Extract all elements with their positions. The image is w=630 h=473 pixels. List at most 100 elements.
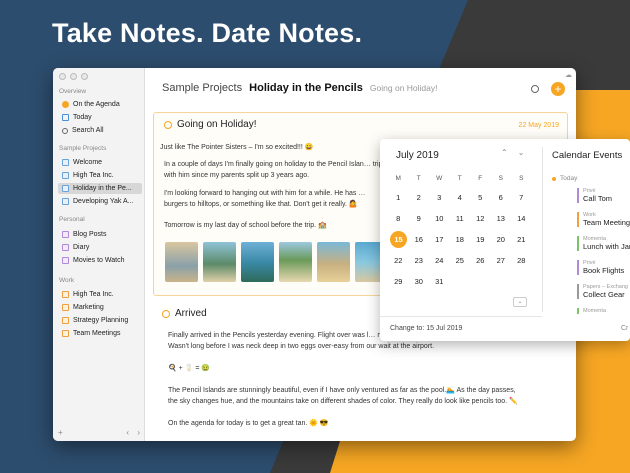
- next-month-button[interactable]: ⌄: [518, 148, 525, 157]
- weekday-label: S: [498, 175, 503, 182]
- calendar-day[interactable]: 30: [409, 273, 430, 290]
- note-icon: [62, 172, 69, 179]
- calendar-day[interactable]: 10: [429, 210, 450, 227]
- sidebar-item-label: Developing Yak A...: [73, 198, 134, 205]
- entry-date[interactable]: 22 May 2019: [519, 122, 559, 129]
- calendar-day-selected[interactable]: 15: [390, 231, 407, 248]
- sidebar-item-label: Search All: [72, 127, 104, 134]
- back-button[interactable]: ‹: [126, 428, 129, 437]
- calendar-event[interactable]: Momenta: [577, 308, 630, 314]
- calendar-day[interactable]: 12: [470, 210, 491, 227]
- sidebar-item-label: Strategy Planning: [73, 317, 129, 324]
- calendar-day[interactable]: 9: [409, 210, 430, 227]
- search-icon: [62, 127, 68, 134]
- calendar-day[interactable]: 31: [429, 273, 450, 290]
- sidebar-item-search-all[interactable]: Search All: [58, 125, 142, 136]
- sidebar-item-developing-yak[interactable]: Developing Yak A...: [58, 196, 142, 207]
- calendar-day[interactable]: 25: [450, 252, 471, 269]
- calendar-day[interactable]: 28: [511, 252, 532, 269]
- sidebar-item-marketing[interactable]: Marketing: [58, 302, 142, 313]
- calendar-event[interactable]: Work Team Meeting: [577, 212, 630, 227]
- add-entry-button[interactable]: +: [551, 82, 565, 96]
- note-icon: [62, 185, 69, 192]
- calendar-day[interactable]: 24: [429, 252, 450, 269]
- sidebar-item-label: Today: [73, 114, 92, 121]
- sidebar-item-welcome[interactable]: Welcome: [58, 157, 142, 168]
- weekday-label: T: [416, 175, 421, 182]
- calendar-events-title: Calendar Events: [552, 150, 623, 161]
- calendar-day[interactable]: 11: [450, 210, 471, 227]
- search-icon[interactable]: [531, 85, 539, 93]
- sidebar-item-on-the-agenda[interactable]: On the Agenda: [58, 99, 142, 110]
- event-title: Lunch with Jan: [583, 242, 630, 251]
- section-label-work: Work: [59, 277, 75, 284]
- calendar-event[interactable]: Momenta Lunch with Jan: [577, 236, 630, 251]
- calendar-nav: ⌃ ⌄: [501, 148, 524, 157]
- calendar-day[interactable]: 13: [491, 210, 512, 227]
- note-icon: [62, 257, 69, 264]
- section-label-overview: Overview: [59, 88, 87, 95]
- sidebar-item-diary[interactable]: Diary: [58, 242, 142, 253]
- page-title: Sample Projects Holiday in the Pencils G…: [162, 82, 438, 94]
- entry-paragraph: 🍳 + 🥛 = 🤢: [168, 365, 211, 372]
- calendar-day[interactable]: 2: [409, 189, 430, 206]
- calendar-day[interactable]: 8: [388, 210, 409, 227]
- calendar-event[interactable]: Papers – Exchang Collect Gear: [577, 284, 630, 299]
- sidebar-item-holiday-in-the-pencils[interactable]: Holiday in the Pe...: [58, 183, 142, 194]
- calendar-event[interactable]: Privé Book Flights: [577, 260, 630, 275]
- calendar-day[interactable]: 6: [491, 189, 512, 206]
- note-icon: [62, 159, 69, 166]
- sidebar-item-strategy-planning[interactable]: Strategy Planning: [58, 315, 142, 326]
- photo-thumbnail[interactable]: [203, 242, 236, 282]
- entry-arrived-header[interactable]: Arrived: [162, 308, 207, 319]
- photo-thumbnail[interactable]: [279, 242, 312, 282]
- change-to-label[interactable]: Change to: 15 Jul 2019: [390, 325, 462, 332]
- calendar-day[interactable]: 21: [511, 231, 532, 248]
- weekday-label: S: [519, 175, 524, 182]
- photo-thumbnail[interactable]: [317, 242, 350, 282]
- calendar-day[interactable]: 16: [409, 231, 430, 248]
- calendar-day[interactable]: 4: [450, 189, 471, 206]
- sidebar-item-movies-to-watch[interactable]: Movies to Watch: [58, 255, 142, 266]
- expand-calendar-button[interactable]: ⌄: [513, 297, 527, 307]
- photo-thumbnail[interactable]: [241, 242, 274, 282]
- calendar-day[interactable]: 29: [388, 273, 409, 290]
- entry-status-circle-icon[interactable]: [162, 309, 170, 318]
- entry-paragraph: Tomorrow is my last day of school before…: [164, 222, 327, 229]
- sidebar-item-work-high-tea[interactable]: High Tea Inc.: [58, 289, 142, 300]
- calendar-day[interactable]: 14: [511, 210, 532, 227]
- calendar-day[interactable]: 20: [491, 231, 512, 248]
- calendar-day[interactable]: 1: [388, 189, 409, 206]
- calendar-day[interactable]: 27: [491, 252, 512, 269]
- sidebar-item-today[interactable]: Today: [58, 112, 142, 123]
- close-window-button[interactable]: [59, 73, 66, 80]
- calendar-day[interactable]: 17: [429, 231, 450, 248]
- sidebar: Overview On the Agenda Today Search All …: [53, 68, 145, 441]
- sidebar-item-team-meetings[interactable]: Team Meetings: [58, 328, 142, 339]
- calendar-event[interactable]: Privé Call Tom: [577, 188, 630, 203]
- calendar-day[interactable]: 3: [429, 189, 450, 206]
- calendar-icon: [62, 114, 69, 121]
- weekday-label: M: [395, 175, 401, 182]
- photo-thumbnail[interactable]: [165, 242, 198, 282]
- minimize-window-button[interactable]: [70, 73, 77, 80]
- calendar-day[interactable]: 7: [511, 189, 532, 206]
- event-title: Book Flights: [583, 266, 625, 275]
- entry-status-circle-icon[interactable]: [164, 120, 172, 129]
- calendar-day[interactable]: 5: [470, 189, 491, 206]
- sidebar-item-blog-posts[interactable]: Blog Posts: [58, 229, 142, 240]
- calendar-day[interactable]: 26: [470, 252, 491, 269]
- add-project-button[interactable]: +: [58, 428, 63, 437]
- zoom-window-button[interactable]: [81, 73, 88, 80]
- sidebar-item-high-tea[interactable]: High Tea Inc.: [58, 170, 142, 181]
- calendar-day[interactable]: 18: [450, 231, 471, 248]
- previous-month-button[interactable]: ⌃: [501, 148, 508, 157]
- breadcrumb-project[interactable]: Sample Projects: [162, 82, 242, 94]
- calendar-day[interactable]: 19: [470, 231, 491, 248]
- truncated-label: Cr: [621, 325, 629, 332]
- forward-button[interactable]: ›: [137, 428, 140, 437]
- sidebar-item-label: Diary: [73, 244, 90, 251]
- calendar-day[interactable]: 23: [409, 252, 430, 269]
- calendar-day[interactable]: 22: [388, 252, 409, 269]
- weekday-label: F: [478, 175, 483, 182]
